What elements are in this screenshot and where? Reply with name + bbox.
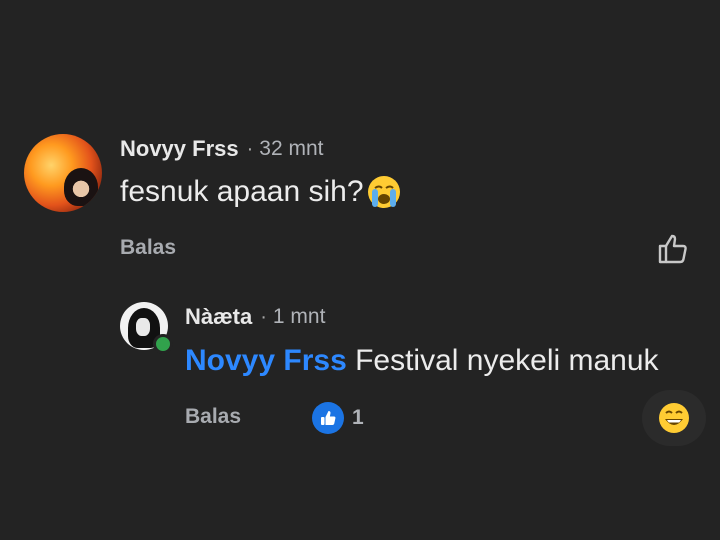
separator-dot: · <box>246 137 254 160</box>
online-status-indicator <box>153 334 173 354</box>
reaction-summary[interactable]: 1 <box>312 402 364 434</box>
comment-author-name[interactable]: Novyy Frss <box>120 136 239 162</box>
reply-button[interactable]: Balas <box>185 405 241 429</box>
reaction-count: 1 <box>352 406 364 429</box>
separator-dot: · <box>260 305 267 328</box>
reply-body: Festival nyekeli manuk <box>346 344 659 377</box>
grinning-face-icon[interactable] <box>642 390 706 446</box>
reply-header: Nàæta · 1 mnt <box>185 302 325 332</box>
like-badge-icon <box>312 402 344 434</box>
avatar-novyy-frss[interactable] <box>24 134 102 212</box>
comment-text: fesnuk apaan sih? <box>120 174 402 210</box>
reply-text: Novyy Frss Festival nyekeli manuk <box>185 344 659 378</box>
avatar-face <box>64 168 98 206</box>
comment-body: fesnuk apaan sih? <box>120 175 364 208</box>
reply-button[interactable]: Balas <box>120 236 176 260</box>
reply-author-name[interactable]: Nàæta <box>185 304 252 330</box>
avatar-face-shape <box>136 318 150 336</box>
loudly-crying-face-icon <box>367 176 400 208</box>
comment-header: Novyy Frss · 32 mnt <box>120 134 324 164</box>
reply-timestamp: 1 mnt <box>272 305 326 328</box>
comment-timestamp: 32 mnt <box>259 137 324 160</box>
mention-link[interactable]: Novyy Frss <box>185 344 347 377</box>
comments-screen: Novyy Frss · 32 mnt fesnuk apaan sih? Ba… <box>0 0 720 540</box>
thumbs-up-icon <box>321 411 336 425</box>
grinning-face-emoji <box>659 403 689 433</box>
thumbs-up-outline-icon[interactable] <box>656 232 690 266</box>
